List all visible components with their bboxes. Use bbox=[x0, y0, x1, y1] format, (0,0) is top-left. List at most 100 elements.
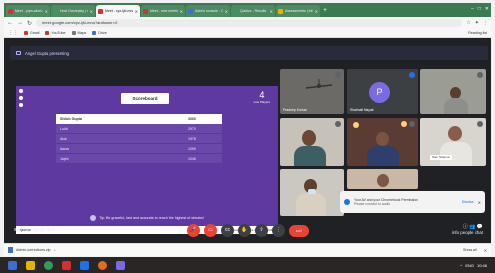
maximize-button[interactable]: □ bbox=[478, 3, 481, 15]
tab-favicon-icon bbox=[233, 8, 238, 14]
browser-tab[interactable]: Meet - pqm-abcd-efg✕ bbox=[6, 5, 50, 17]
side-panel-labels: info people chat bbox=[451, 230, 483, 235]
back-icon[interactable]: ← bbox=[7, 20, 13, 26]
notification-subtitle: Please connect to audio bbox=[354, 202, 391, 206]
tip-text: Tip: Be graceful, fast and accurate to r… bbox=[99, 215, 204, 220]
browser-tab[interactable]: Meet - new meeting✕ bbox=[141, 5, 185, 17]
leader-score: 3000 bbox=[188, 117, 196, 121]
start-icon[interactable] bbox=[8, 260, 17, 270]
menu-icon[interactable]: ⋮ bbox=[483, 20, 488, 26]
bookmark-drive[interactable]: Drive bbox=[92, 31, 107, 35]
close-tab-icon[interactable]: ✕ bbox=[315, 9, 318, 14]
close-tab-icon[interactable]: ✕ bbox=[135, 9, 138, 14]
notification-dismiss-button[interactable]: Dismiss bbox=[462, 200, 474, 204]
close-tab-icon[interactable]: ✕ bbox=[225, 9, 228, 14]
youtube-icon bbox=[45, 31, 50, 35]
close-tab-icon[interactable]: ✕ bbox=[45, 9, 48, 14]
notification-text: Your AV and your Chromebook Permission P… bbox=[354, 198, 458, 206]
player-name: Aarav bbox=[60, 146, 70, 151]
end-call-button[interactable]: call bbox=[289, 225, 309, 237]
apps-icon[interactable]: ⋮⋮ bbox=[8, 30, 18, 36]
bookmark-label: Maps bbox=[77, 31, 87, 35]
tab-title: Meet - new meeting bbox=[150, 9, 178, 13]
speaking-icon bbox=[409, 72, 415, 78]
mic-muted-icon bbox=[335, 72, 341, 78]
participant-tile[interactable]: P Shalmali Nayak bbox=[347, 69, 418, 114]
presenting-banner: Angel Gupta presenting bbox=[10, 46, 488, 60]
file-icon bbox=[8, 247, 13, 253]
tray-chevron[interactable]: ^ bbox=[460, 263, 462, 268]
browser-tab[interactable]: Quizizz - Results ✕ bbox=[231, 5, 275, 17]
meeting-time-code: 9:42 AM | xyz-ijkl-mno bbox=[14, 227, 55, 232]
close-icon[interactable]: ✕ bbox=[478, 200, 481, 205]
present-button[interactable]: ⇧ bbox=[255, 224, 268, 237]
scoreboard-title: Scoreboard bbox=[121, 93, 169, 104]
avatar: P bbox=[369, 82, 390, 103]
app-icon[interactable] bbox=[62, 260, 71, 270]
tab-title: Host Gameplay | Quizizz bbox=[60, 9, 88, 13]
player-name: Lohit bbox=[60, 126, 68, 131]
player-name: Alok bbox=[60, 136, 67, 141]
star-icon[interactable]: ☆ bbox=[466, 20, 470, 26]
participant-tile[interactable] bbox=[280, 118, 344, 166]
control-buttons: 🎤 ▭ cc ✋ ⇧ ⋮ call bbox=[187, 224, 309, 237]
close-tab-icon[interactable]: ✕ bbox=[90, 9, 93, 14]
bookmark-gmail[interactable]: Gmail bbox=[24, 31, 39, 35]
side-panel-icons[interactable]: ⓘ 👥 💬 bbox=[452, 223, 483, 230]
captions-button[interactable]: cc bbox=[221, 224, 234, 237]
tab-favicon-icon bbox=[278, 8, 283, 14]
side-panel-buttons: ⓘ 👥 💬 info people chat bbox=[452, 223, 483, 235]
reading-list[interactable]: Reading list bbox=[468, 31, 487, 35]
app-icon[interactable] bbox=[116, 260, 125, 270]
app-icon[interactable] bbox=[80, 260, 89, 270]
extensions-icon[interactable]: ✦ bbox=[475, 20, 479, 26]
presentation-slide[interactable]: Scoreboard 4 Live Players Shiloh Gupta 3… bbox=[16, 86, 278, 234]
file-explorer-icon[interactable] bbox=[26, 260, 35, 270]
tab-title: Assessments | info bbox=[285, 9, 313, 13]
chrome-icon[interactable] bbox=[44, 260, 53, 270]
browser-tab[interactable]: Assessments | info ✕ bbox=[276, 5, 320, 17]
mic-off-button[interactable]: 🎤 bbox=[187, 224, 200, 237]
participant-tile[interactable] bbox=[280, 169, 344, 216]
scoreboard-leader-row: Shiloh Gupta 3000 bbox=[56, 114, 222, 124]
browser-tab-strip: Meet - pqm-abcd-efg✕Host Gameplay | Quiz… bbox=[4, 3, 491, 17]
url-input[interactable]: meet.google.com/xyz-ijkl-mno?authuser=0 bbox=[36, 19, 463, 27]
close-tab-icon[interactable]: ✕ bbox=[270, 9, 273, 14]
browser-tab[interactable]: Admin console - Google✕ bbox=[186, 5, 230, 17]
participant-tile[interactable] bbox=[347, 118, 418, 166]
camera-off-button[interactable]: ▭ bbox=[204, 224, 217, 237]
more-options-button[interactable]: ⋮ bbox=[272, 224, 285, 237]
person-body bbox=[440, 142, 472, 166]
participant-tile[interactable] bbox=[420, 69, 486, 114]
ceiling-fan-icon bbox=[305, 79, 333, 89]
participant-tile[interactable] bbox=[347, 169, 418, 189]
meet-area: Angel Gupta presenting Scoreboard 4 Live… bbox=[4, 38, 491, 243]
lamp bbox=[353, 122, 359, 128]
side-menu[interactable] bbox=[19, 89, 23, 107]
new-tab-button[interactable]: + bbox=[323, 5, 327, 17]
person-body bbox=[296, 193, 326, 216]
close-window-button[interactable]: ✕ bbox=[485, 3, 489, 15]
close-icon[interactable]: ✕ bbox=[484, 248, 487, 253]
browser-tab[interactable]: Host Gameplay | Quizizz✕ bbox=[51, 5, 95, 17]
participant-tile[interactable]: Sam Sharma bbox=[420, 118, 486, 166]
app-icon[interactable] bbox=[98, 260, 107, 270]
minimize-button[interactable]: – bbox=[471, 3, 474, 15]
tab-title: Meet - xyz-ijkl-mno bbox=[105, 9, 133, 13]
raise-hand-button[interactable]: ✋ bbox=[238, 224, 251, 237]
bookmark-maps[interactable]: Maps bbox=[71, 31, 87, 35]
close-tab-icon[interactable]: ✕ bbox=[180, 9, 183, 14]
reload-icon[interactable]: ↻ bbox=[27, 20, 32, 27]
bookmark-youtube[interactable]: YouTube bbox=[45, 31, 66, 35]
chevron-up-icon[interactable]: ^ bbox=[54, 248, 56, 253]
download-filename[interactable]: Admin-corrections.zip bbox=[16, 248, 51, 252]
player-score: 2970 bbox=[188, 126, 196, 131]
browser-tab[interactable]: Meet - xyz-ijkl-mno ✕ bbox=[96, 5, 140, 17]
tray-language[interactable]: ENG bbox=[465, 263, 474, 268]
participant-tile[interactable]: Pradeep Kumar bbox=[280, 69, 344, 114]
show-all-button[interactable]: Show all bbox=[463, 248, 477, 252]
participant-name-chip: Sam Sharma bbox=[430, 155, 452, 160]
forward-icon[interactable]: → bbox=[17, 20, 23, 26]
tab-favicon-icon bbox=[188, 8, 193, 14]
present-screen-icon bbox=[16, 51, 21, 55]
